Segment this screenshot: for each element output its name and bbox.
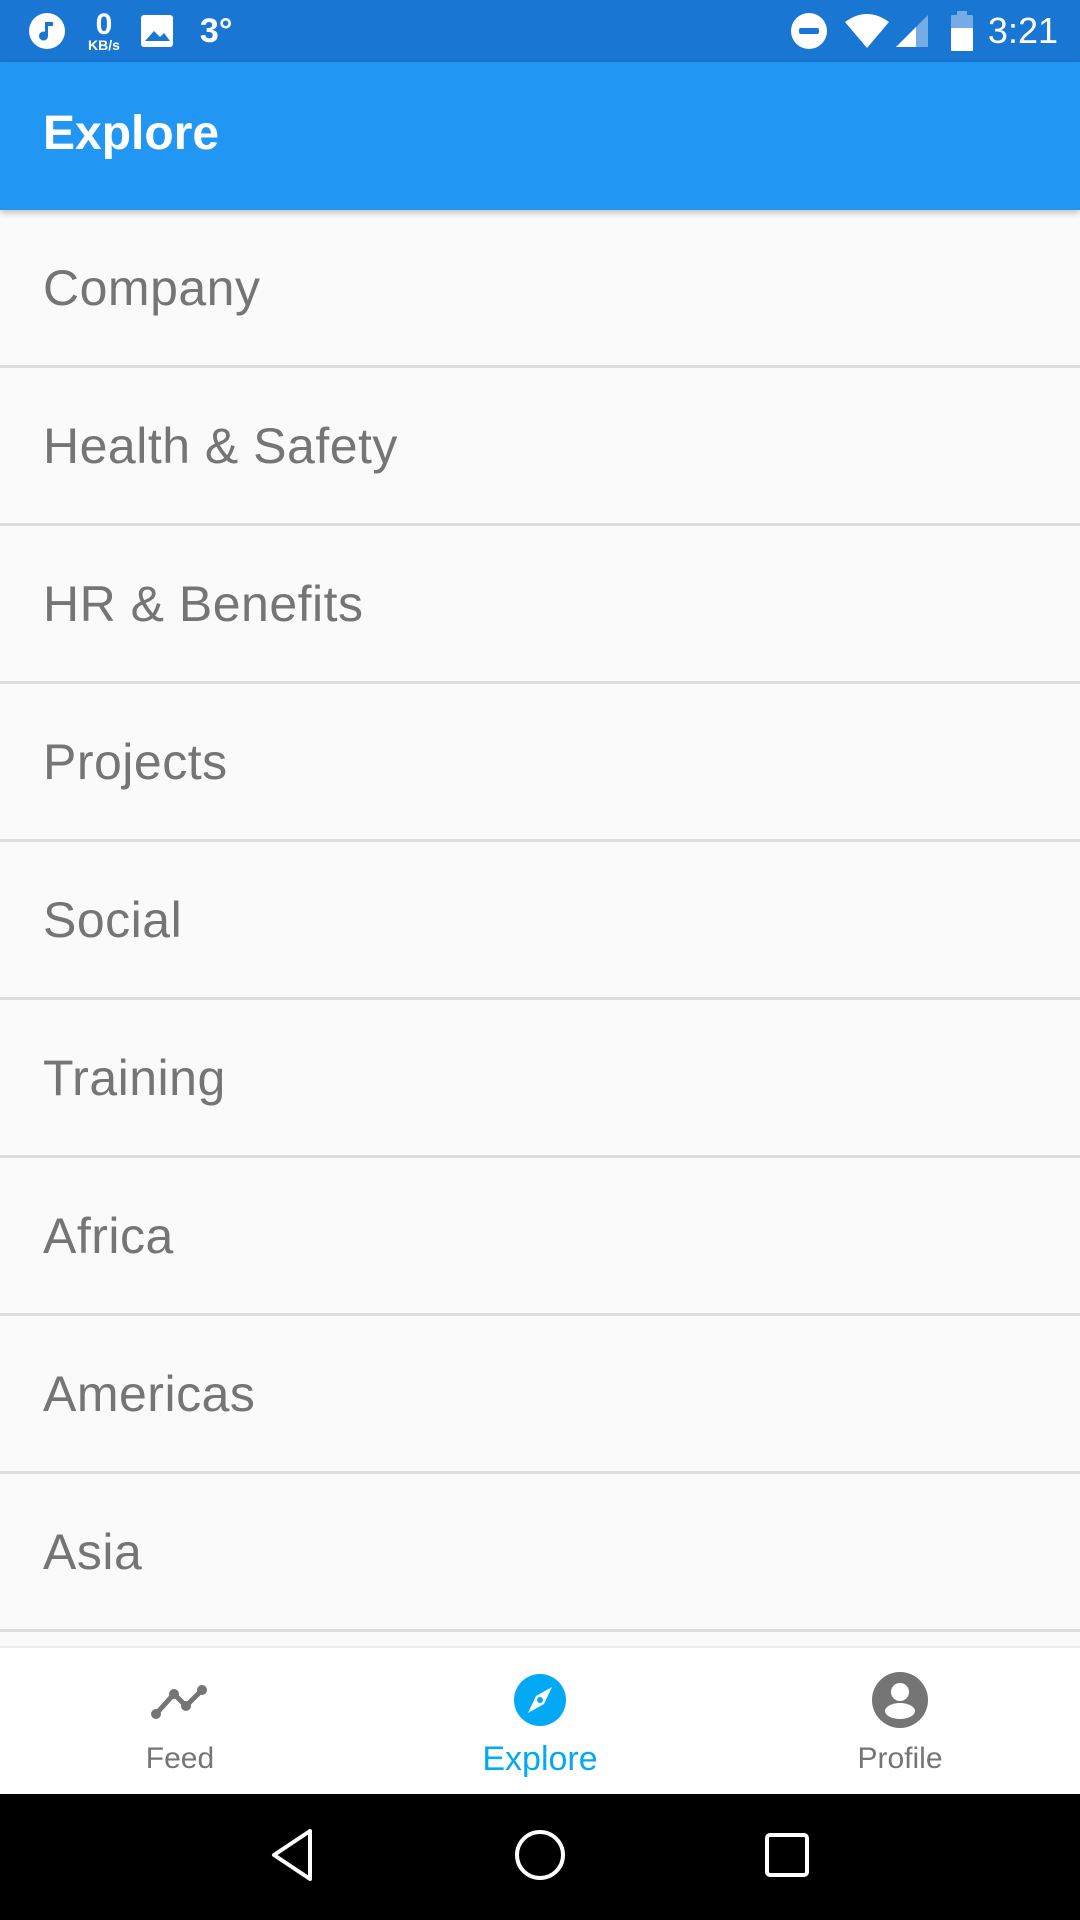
list-item-americas[interactable]: Americas [0,1316,1080,1474]
trending-line-icon [150,1670,210,1730]
home-button[interactable] [500,1817,580,1897]
list-item-label: Company [43,259,261,316]
list-item-label: Social [43,891,183,948]
wifi-icon [844,12,890,50]
nav-tab-label: Profile [857,1742,943,1775]
list-item-company[interactable]: Company [0,210,1080,368]
list-item-label: Projects [43,733,228,790]
list-item-training[interactable]: Training [0,1000,1080,1158]
list-item-label: Americas [43,1365,256,1422]
home-circle-icon [513,1828,567,1887]
list-item-hr-benefits[interactable]: HR & Benefits [0,526,1080,684]
list-item-label: Asia [43,1523,143,1580]
music-note-icon [28,12,66,50]
explore-list[interactable]: Company Health & Safety HR & Benefits Pr… [0,210,1080,1646]
list-item-social[interactable]: Social [0,842,1080,1000]
network-speed-unit: KB/s [88,37,120,53]
nav-tab-profile[interactable]: Profile [720,1648,1080,1794]
nav-tab-explore[interactable]: Explore [360,1648,720,1794]
list-item-label: Health & Safety [43,417,398,474]
network-speed: 0 KB/s [88,8,120,53]
clock: 3:21 [987,10,1058,51]
recents-square-icon [762,1830,812,1885]
list-item-health-safety[interactable]: Health & Safety [0,368,1080,526]
status-bar-right: 3:21 [790,0,1058,62]
nav-tab-label: Explore [482,1740,598,1778]
system-navigation-bar [0,1794,1080,1920]
cell-signal-icon [894,13,930,49]
do-not-disturb-icon [790,12,828,50]
status-bar: 0 KB/s 3° 3:21 [0,0,1080,62]
back-triangle-icon [268,1827,318,1888]
battery-icon [950,11,974,51]
compass-icon [510,1670,570,1730]
status-bar-left: 0 KB/s 3° [28,0,232,62]
list-item-label: HR & Benefits [43,575,364,632]
page-title: Explore [43,107,220,160]
list-item-label: Africa [43,1207,174,1264]
app-bar: Explore [0,62,1080,210]
nav-tab-label: Feed [145,1742,215,1775]
account-circle-icon [870,1670,930,1730]
list-item-label: Training [43,1049,226,1106]
nav-tab-feed[interactable]: Feed [0,1648,360,1794]
list-item-asia[interactable]: Asia [0,1474,1080,1632]
back-button[interactable] [253,1817,333,1897]
image-icon [140,14,174,48]
list-item-projects[interactable]: Projects [0,684,1080,842]
temperature: 3° [199,11,233,50]
bottom-navigation: Feed Explore Profile [0,1646,1080,1794]
recents-button[interactable] [747,1817,827,1897]
network-speed-value: 0 [95,8,113,41]
list-item-africa[interactable]: Africa [0,1158,1080,1316]
